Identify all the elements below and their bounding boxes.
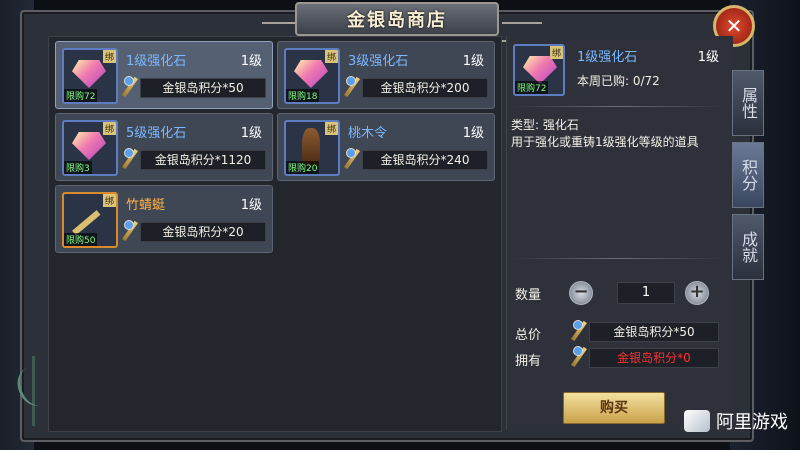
detail-item-name: 1级强化石 [577, 50, 638, 65]
limit-badge: 限购72 [64, 89, 98, 102]
item-name: 3级强化石 [348, 54, 409, 69]
item-description: 用于强化或重铸1级强化等级的道具 [511, 135, 699, 149]
plus-icon: + [689, 281, 705, 302]
bind-badge: 绑 [324, 122, 338, 135]
price-row: 金银岛积分*1120 [122, 148, 266, 172]
item-card[interactable]: 绑 限购3 5级强化石 1级 金银岛积分*1120 [55, 113, 273, 181]
gem-icon [72, 60, 106, 88]
item-card[interactable]: 绑 限购18 3级强化石 1级 金银岛积分*200 [277, 41, 495, 109]
item-card[interactable]: 绑 限购20 桃木令 1级 金银岛积分*240 [277, 113, 495, 181]
plant-decoration [14, 356, 54, 436]
price-row: 金银岛积分*50 [122, 76, 266, 100]
limit-badge: 限购72 [515, 81, 549, 94]
item-type: 类型: 强化石 [511, 118, 579, 132]
gem-icon [72, 132, 106, 160]
total-price-label: 总价 [515, 328, 542, 343]
item-price: 金银岛积分*1120 [140, 150, 266, 170]
bind-badge: 绑 [324, 50, 338, 63]
window-title: 金银岛商店 [347, 10, 447, 31]
item-icon-frame: 绑 限购72 [62, 48, 118, 104]
item-card[interactable]: 绑 限购72 1级强化石 1级 金银岛积分*50 [55, 41, 273, 109]
detail-icon-frame: 绑 限购72 [513, 44, 565, 96]
price-row: 金银岛积分*240 [344, 148, 488, 172]
weekly-purchase-count: 本周已购: 0/72 [577, 74, 660, 88]
watermark: 阿里游戏 [684, 408, 788, 434]
total-price-row: 金银岛积分*50 [571, 320, 719, 344]
tab-points[interactable]: 积分 [732, 142, 764, 208]
item-level: 1级 [240, 54, 262, 69]
bind-badge: 绑 [102, 122, 116, 135]
bind-badge: 绑 [102, 50, 116, 63]
item-level: 1级 [240, 126, 262, 141]
close-icon: ✕ [725, 14, 743, 38]
item-level: 1级 [462, 54, 484, 69]
item-detail-panel: 绑 限购72 1级强化石 1级 本周已购: 0/72 类型: 强化石 用于强化或… [506, 36, 733, 430]
item-grid: 绑 限购72 1级强化石 1级 金银岛积分*50 绑 限购18 3级强化石 1级… [48, 36, 502, 432]
island-points-icon [344, 76, 360, 100]
item-icon-frame: 绑 限购3 [62, 120, 118, 176]
item-icon-frame: 绑 限购20 [284, 120, 340, 176]
item-level: 1级 [240, 198, 262, 213]
ali-games-logo-icon [684, 410, 710, 432]
limit-badge: 限购20 [286, 161, 320, 174]
item-price: 金银岛积分*240 [362, 150, 488, 170]
bind-badge: 绑 [549, 46, 563, 59]
bind-badge: 绑 [102, 194, 116, 207]
tab-achievements[interactable]: 成就 [732, 214, 764, 280]
island-points-icon [571, 346, 587, 370]
limit-badge: 限购50 [64, 233, 98, 246]
title-banner: 金银岛商店 [295, 2, 499, 36]
island-points-icon [122, 76, 138, 100]
owned-row: 金银岛积分*0 [571, 346, 719, 370]
item-name: 竹蜻蜓 [126, 198, 166, 213]
item-level: 1级 [462, 126, 484, 141]
quantity-label: 数量 [515, 288, 542, 303]
gem-icon [523, 56, 557, 84]
price-row: 金银岛积分*200 [344, 76, 488, 100]
divider [511, 106, 725, 107]
item-icon-frame: 绑 限购18 [284, 48, 340, 104]
island-points-icon [571, 320, 587, 344]
price-row: 金银岛积分*20 [122, 220, 266, 244]
island-points-icon [122, 220, 138, 244]
quantity-input[interactable]: 1 [617, 282, 675, 304]
side-tab-bar: 属性 积分 成就 [732, 70, 764, 286]
limit-badge: 限购3 [64, 161, 92, 174]
minus-button[interactable]: − [569, 281, 593, 305]
gem-icon [294, 60, 328, 88]
item-price: 金银岛积分*20 [140, 222, 266, 242]
island-points-icon [344, 148, 360, 172]
detail-item-level: 1级 [697, 50, 719, 65]
item-price: 金银岛积分*50 [140, 78, 266, 98]
item-name: 5级强化石 [126, 126, 187, 141]
island-points-icon [122, 148, 138, 172]
total-price-value: 金银岛积分*50 [589, 322, 719, 342]
limit-badge: 限购18 [286, 89, 320, 102]
divider [511, 258, 725, 259]
buy-button[interactable]: 购买 [563, 392, 665, 424]
owned-label: 拥有 [515, 354, 542, 369]
owned-value: 金银岛积分*0 [589, 348, 719, 368]
item-price: 金银岛积分*200 [362, 78, 488, 98]
item-name: 桃木令 [348, 126, 388, 141]
minus-icon: − [573, 281, 589, 302]
dragonfly-icon [72, 210, 101, 236]
item-name: 1级强化石 [126, 54, 187, 69]
item-icon-frame: 绑 限购50 [62, 192, 118, 248]
item-card[interactable]: 绑 限购50 竹蜻蜓 1级 金银岛积分*20 [55, 185, 273, 253]
plus-button[interactable]: + [685, 281, 709, 305]
watermark-text: 阿里游戏 [716, 412, 788, 433]
tab-attributes[interactable]: 属性 [732, 70, 764, 136]
